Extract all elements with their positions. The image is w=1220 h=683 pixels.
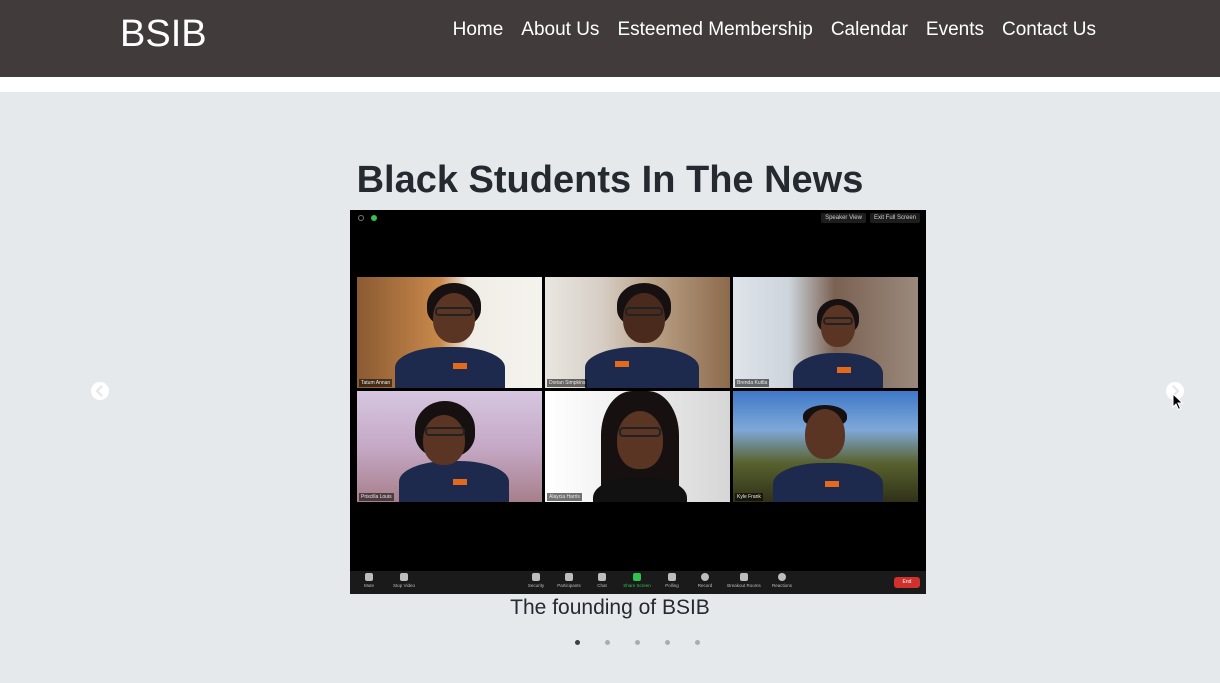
section-title: Black Students In The News [356,159,864,201]
top-navbar: BSIB Home About Us Esteemed Membership C… [0,0,1220,77]
video-camera-icon [400,573,408,581]
participants-control: Participants [552,573,586,588]
carousel-indicators [575,640,700,645]
share-screen-control: Share Screen [620,573,654,588]
participant-name: Priscilla Louis [359,493,394,501]
participant-name: Tatum Annan [359,379,393,387]
video-tile: Priscilla Louis [357,391,542,502]
shield-icon [532,573,540,581]
video-tile-active-speaker: Kyle Frank [733,391,918,502]
participant-name: Alaycia Harris [547,493,582,501]
info-icon [358,215,364,221]
smiley-icon [778,573,786,581]
mouse-cursor-icon [1172,393,1184,411]
polling-control: Polling [655,573,689,588]
carousel-prev-button[interactable] [91,382,109,400]
nav-link-home[interactable]: Home [453,18,504,42]
zoom-top-bar: Speaker View Exit Full Screen [350,210,926,228]
participant-name: Kyle Frank [735,493,763,501]
grid-icon [740,573,748,581]
carousel-indicator[interactable] [695,640,700,645]
carousel-indicator[interactable] [605,640,610,645]
video-tile: Brenda Kuttla [733,277,918,388]
shield-icon [371,215,377,221]
news-section: Black Students In The News Speaker View … [0,92,1220,683]
participant-name: Dorian Simpkins [547,379,588,387]
chat-bubble-icon [598,573,606,581]
carousel-indicator[interactable] [635,640,640,645]
nav-link-esteemed-membership[interactable]: Esteemed Membership [617,18,812,42]
mute-control: Mute [352,573,386,588]
people-icon [565,573,573,581]
video-tile: Dorian Simpkins [545,277,730,388]
bar-chart-icon [668,573,676,581]
slide-caption: The founding of BSIB [510,596,710,619]
record-icon [701,573,709,581]
reactions-control: Reactions [765,573,799,588]
chevron-left-icon [95,385,103,397]
microphone-icon [365,573,373,581]
chat-control: Chat [585,573,619,588]
carousel-indicator[interactable] [665,640,670,645]
carousel-indicator[interactable] [575,640,580,645]
brand-logo[interactable]: BSIB [120,12,207,56]
nav-link-calendar[interactable]: Calendar [831,18,908,42]
zoom-toolbar: Mute Stop Video Security Participants Ch… [350,571,926,594]
video-tile: Tatum Annan [357,277,542,388]
share-screen-icon [633,573,641,581]
participant-name: Brenda Kuttla [735,379,770,387]
record-control: Record [688,573,722,588]
video-tile: Alaycia Harris [545,391,730,502]
security-control: Security [519,573,553,588]
exit-full-screen-button: Exit Full Screen [869,213,920,223]
stop-video-control: Stop Video [387,573,421,588]
end-meeting-button: End [894,577,920,588]
nav-links: Home About Us Esteemed Membership Calend… [453,18,1096,42]
nav-link-about-us[interactable]: About Us [521,18,599,42]
nav-link-events[interactable]: Events [926,18,984,42]
nav-link-contact-us[interactable]: Contact Us [1002,18,1096,42]
carousel-slide-image: Speaker View Exit Full Screen Tatum Anna… [350,210,926,594]
breakout-rooms-control: Breakout Rooms [727,573,761,588]
speaker-view-button: Speaker View [821,213,866,223]
